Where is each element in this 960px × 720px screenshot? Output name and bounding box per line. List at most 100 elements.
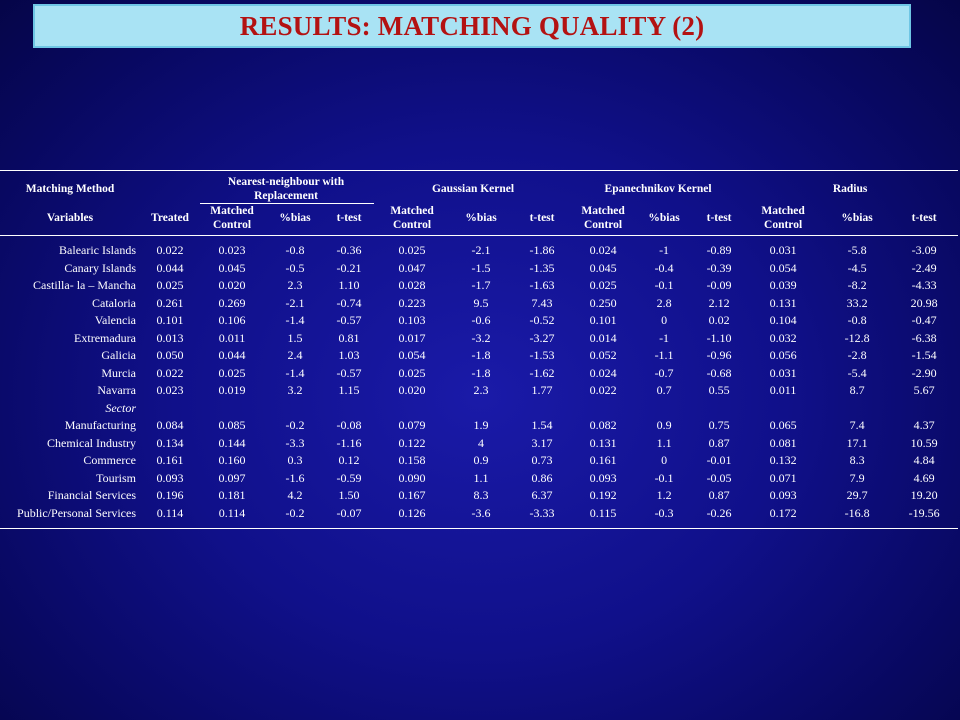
table-cell: -1.7 xyxy=(471,278,491,292)
table-cell: -5.8 xyxy=(847,243,867,257)
table-cell: 0.7 xyxy=(656,383,672,397)
table-cell: 0.082 xyxy=(589,418,617,432)
table-cell: 0.196 xyxy=(156,488,184,502)
table-cell xyxy=(326,400,374,418)
table-row: Murcia 0.022 0.025 -1.4 -0.57 0.025 -1.8 -1.62 0… xyxy=(0,365,958,383)
table-cell: 8.3 xyxy=(849,453,865,467)
table-cell: -0.08 xyxy=(336,418,362,432)
table-cell: -0.39 xyxy=(706,260,732,275)
table-row: Commerce 0.161 0.160 0.3 0.12 0.158 0.9 0.73 0.1… xyxy=(0,452,958,470)
table-cell: 1.77 xyxy=(531,383,553,397)
table-cell: -1.10 xyxy=(706,330,732,345)
table-cell: -19.56 xyxy=(892,504,959,529)
table-cell: 10.59 xyxy=(910,435,938,450)
table-cell: -0.3 xyxy=(634,504,697,529)
table-cell: 0.031 xyxy=(769,243,797,257)
table-cell: 0.101 xyxy=(156,313,184,327)
bias-header: %bias xyxy=(634,203,697,236)
table-cell: -3.33 xyxy=(512,504,575,529)
table-cell: 0.032 xyxy=(769,330,797,345)
row-label: Cataloria xyxy=(92,295,136,310)
table-cell: -16.8 xyxy=(824,504,893,529)
table-cell: 0.052 xyxy=(589,348,617,362)
table-cell: 0 xyxy=(661,453,668,467)
table-cell: 0.192 xyxy=(589,488,617,502)
results-table-container: Matching Method Nearest-neighbour with R… xyxy=(0,170,960,529)
table-cell: -2.49 xyxy=(911,260,937,275)
row-label: Financial Services xyxy=(47,488,136,502)
table-row: Canary Islands 0.044 0.045 -0.5 -0.21 0.047 -1… xyxy=(0,260,958,278)
matched-control-header: Matched Control xyxy=(574,203,635,236)
table-cell: -0.1 xyxy=(654,470,674,485)
table-cell: 33.2 xyxy=(846,295,868,310)
row-label: Castilla- la – Mancha xyxy=(33,278,136,292)
row-label: Canary Islands xyxy=(64,260,136,275)
table-cell: -2.1 xyxy=(285,295,305,310)
table-cell: -1.6 xyxy=(285,470,305,485)
method-radius: Radius xyxy=(744,170,959,204)
ttest-header: t-test xyxy=(892,203,959,236)
table-cell: 0.55 xyxy=(708,383,730,397)
row-label: Galicia xyxy=(101,348,136,362)
table-cell: 0.025 xyxy=(589,278,617,292)
table-cell: 0.054 xyxy=(769,260,797,275)
table-cell: -1.54 xyxy=(911,348,937,362)
table-cell: -0.09 xyxy=(706,278,732,292)
table-cell: -3.3 xyxy=(285,435,305,450)
table-cell: 0.045 xyxy=(218,260,246,275)
row-label: Tourism xyxy=(96,470,136,485)
table-cell: -0.89 xyxy=(706,243,732,257)
table-cell xyxy=(374,400,452,418)
table-cell: 0.160 xyxy=(218,453,246,467)
matching-quality-table: Matching Method Nearest-neighbour with R… xyxy=(0,170,959,529)
table-cell: 0.011 xyxy=(769,383,797,397)
table-row: Galicia 0.050 0.044 2.4 1.03 0.054 -1.8 -1.53 0.… xyxy=(0,347,958,365)
table-cell: -1.62 xyxy=(529,365,555,380)
table-cell: 0.045 xyxy=(589,260,617,275)
table-cell: 0.86 xyxy=(531,470,553,485)
table-cell: 0.161 xyxy=(589,453,617,467)
table-cell: -0.4 xyxy=(654,260,674,275)
method-gaussian-kernel: Gaussian Kernel xyxy=(374,170,575,204)
table-cell: 2.12 xyxy=(708,295,730,310)
table-cell: -0.1 xyxy=(654,278,674,292)
page-title: RESULTS: MATCHING QUALITY (2) xyxy=(239,10,705,41)
table-cell: 0.085 xyxy=(218,418,246,432)
table-cell xyxy=(892,400,958,418)
table-cell: 4 xyxy=(478,435,485,450)
header-row-methods: Matching Method Nearest-neighbour with R… xyxy=(0,170,959,204)
row-label: Public/Personal Services xyxy=(0,504,142,529)
table-row: Public/Personal Services 0.114 0.114 -0.2 -0… xyxy=(0,504,959,529)
table-row: Manufacturing 0.084 0.085 -0.2 -0.08 0.079 1.9… xyxy=(0,417,958,435)
table-cell: 1.03 xyxy=(338,348,360,362)
table-cell: 0.084 xyxy=(156,418,184,432)
table-cell xyxy=(452,400,512,418)
table-cell: 2.3 xyxy=(473,383,489,397)
ttest-header: t-test xyxy=(326,203,375,236)
table-cell: -0.01 xyxy=(706,453,732,467)
table-cell: -1.86 xyxy=(529,243,555,257)
row-label: Valencia xyxy=(94,313,136,327)
table-cell: -0.2 xyxy=(266,504,326,529)
table-cell xyxy=(512,400,574,418)
table-cell: 0.114 xyxy=(200,504,266,529)
table-cell: -5.4 xyxy=(847,365,867,380)
table-cell: 2.8 xyxy=(656,295,672,310)
table-cell xyxy=(824,400,892,418)
table-cell xyxy=(200,400,266,418)
table-row: Financial Services 0.196 0.181 4.2 1.50 0.167… xyxy=(0,487,958,505)
row-label: Navarra xyxy=(97,383,136,397)
table-cell: -1.8 xyxy=(471,365,491,380)
table-cell: -0.68 xyxy=(706,365,732,380)
table-cell: 17.1 xyxy=(846,435,868,450)
table-cell: 0 xyxy=(661,313,668,327)
table-cell: -2.90 xyxy=(911,365,937,380)
table-cell: 0.028 xyxy=(398,278,426,292)
table-cell: 0.158 xyxy=(398,453,426,467)
table-cell: 0.020 xyxy=(398,383,426,397)
table-cell: 0.031 xyxy=(769,365,797,380)
table-cell: 4.2 xyxy=(287,488,303,502)
table-cell: -8.2 xyxy=(847,278,867,292)
table-cell: 0.106 xyxy=(218,313,246,327)
matched-control-header: Matched Control xyxy=(744,203,825,236)
